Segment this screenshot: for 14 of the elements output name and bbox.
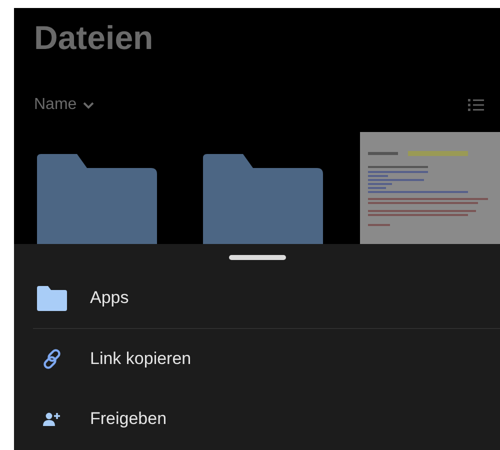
- folder-icon[interactable]: [203, 154, 323, 244]
- list-view-icon[interactable]: [468, 99, 484, 111]
- drag-handle[interactable]: [228, 255, 286, 260]
- folder-icon: [37, 286, 67, 310]
- menu-item[interactable]: Link kopieren: [14, 329, 500, 389]
- menu-item[interactable]: Apps: [14, 268, 500, 328]
- page-title: Dateien: [34, 18, 154, 58]
- folder-icon[interactable]: [37, 154, 157, 244]
- link-icon: [42, 349, 62, 369]
- menu-item[interactable]: Freigeben: [14, 389, 500, 449]
- add-person-icon: [43, 412, 61, 426]
- chevron-down-icon: [82, 102, 94, 108]
- sort-button[interactable]: Name: [34, 96, 94, 114]
- document-thumbnail[interactable]: [360, 132, 500, 244]
